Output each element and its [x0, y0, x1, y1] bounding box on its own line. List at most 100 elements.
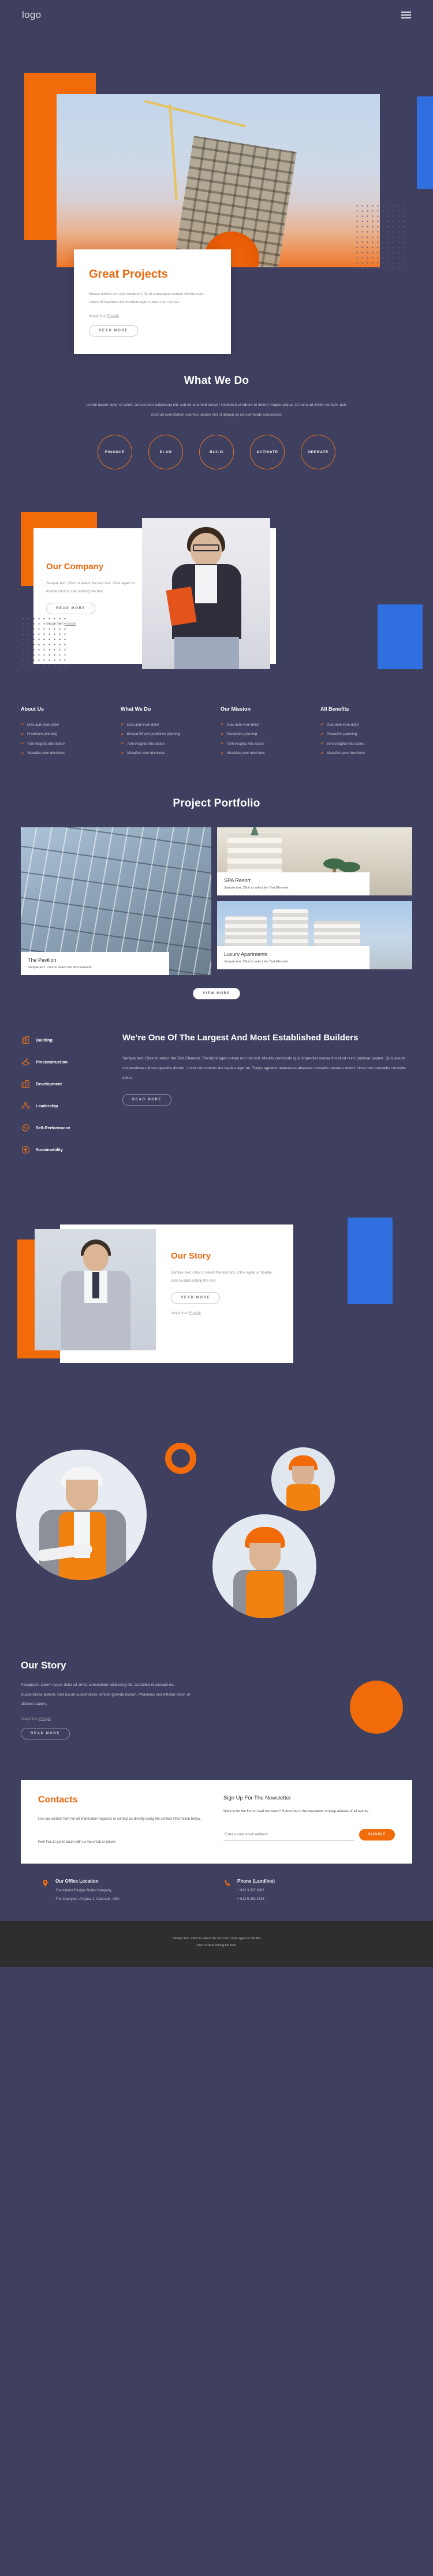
story-image-credit: Image from Freepik: [171, 1312, 276, 1315]
list-item[interactable]: ✔ Visualize your decisions: [221, 751, 312, 756]
story-read-more-button[interactable]: READ MORE: [171, 1292, 221, 1304]
list-item-label: Visualize your decisions: [126, 751, 165, 756]
list-item[interactable]: ✔ Predictive planning: [320, 732, 412, 737]
check-icon: ✔: [21, 742, 24, 746]
phone-line-1: + 912 3 567 8987: [237, 1889, 264, 1893]
check-icon: ✔: [320, 751, 324, 756]
check-icon: ✔: [21, 751, 24, 756]
feature-label: Sustainability: [36, 1147, 63, 1153]
site-header: logo: [0, 0, 433, 30]
step-finance[interactable]: FINANCE: [98, 435, 132, 470]
step-build[interactable]: BUILD: [199, 435, 234, 470]
list-item[interactable]: ✔ Duis aute irure dolor: [121, 722, 212, 727]
list-item[interactable]: ✔ Visualize your decisions: [320, 751, 412, 756]
list-item[interactable]: ✔ Predictive planning: [221, 732, 312, 737]
portfolio-view-more-button[interactable]: VIEW MORE: [193, 988, 240, 1000]
story-photo-architect: [35, 1229, 156, 1351]
decorative-orange-circle: [350, 1680, 403, 1734]
builders-content: We’re One Of The Largest And Most Establ…: [122, 1032, 412, 1167]
story-two-body: Paragraph. Lorem ipsum dolor sit amet, c…: [21, 1683, 191, 1707]
tile-title: The Pavilion: [28, 957, 57, 964]
story-two-read-more-button[interactable]: READ MORE: [21, 1727, 70, 1739]
people-icon: [21, 1101, 31, 1111]
feature-self-performance[interactable]: Self-Performance: [21, 1123, 107, 1133]
list-item[interactable]: ✔ Predictive planning: [21, 732, 113, 737]
list-item[interactable]: ✔ Duis aute irure dolor: [320, 722, 412, 727]
hamburger-menu-icon[interactable]: [401, 12, 411, 18]
list-item[interactable]: ✔ Turn insights into action: [121, 741, 212, 746]
list-item[interactable]: ✔ Visualize your decisions: [21, 751, 113, 756]
contacts-title: Contacts: [38, 1794, 78, 1805]
portfolio-tile-spa-resort[interactable]: SPA Resort Sample text. Click to select …: [217, 827, 412, 896]
tile-caption: Sample text. Click to select the Text El…: [28, 966, 93, 970]
list-item[interactable]: ✔ Turn insights into action: [221, 741, 312, 746]
list-item[interactable]: ✔ Duis aute irure dolor: [221, 722, 312, 727]
builders-title: We’re One Of The Largest And Most Establ…: [122, 1033, 359, 1043]
list-item[interactable]: ✔ Embed BI and predictive planning: [121, 732, 212, 737]
step-operate[interactable]: OPERATE: [301, 435, 335, 470]
feature-label: Leadership: [36, 1103, 58, 1109]
newsletter-title: Sign Up For The Newsletter: [223, 1794, 292, 1801]
feature-leadership[interactable]: Leadership: [21, 1101, 107, 1111]
builders-body-text: Sample text. Click to select the Text El…: [122, 1056, 406, 1080]
builders-feature-list: Building Preconstruction Development Lea…: [21, 1032, 107, 1167]
list-item[interactable]: ✔ Turn insights into action: [21, 741, 113, 746]
check-icon: ✔: [21, 732, 24, 737]
building-icon: [21, 1035, 31, 1045]
company-credit-link[interactable]: Freepik: [65, 622, 76, 626]
column-title: What We Do: [121, 706, 151, 712]
footer-line-1: Sample text. Click to select the text bo…: [172, 1937, 261, 1941]
list-item-label: Visualize your decisions: [326, 751, 365, 756]
office-title: Our Office Location: [55, 1879, 99, 1884]
story-credit-link[interactable]: Freepik: [189, 1312, 201, 1315]
list-item-label: Duis aute irure dolor: [326, 722, 359, 727]
hero-credit-prefix: Image from: [89, 315, 108, 319]
contacts-body-1: Use our contact form for all information…: [38, 1817, 201, 1821]
story-two-credit-link[interactable]: Freepik: [39, 1718, 51, 1721]
builders-read-more-button[interactable]: READ MORE: [122, 1093, 172, 1106]
feature-label: Development: [36, 1081, 62, 1087]
list-item-label: Turn insights into action: [226, 741, 264, 746]
step-activate[interactable]: ACTIVATE: [250, 435, 285, 470]
feature-development[interactable]: Development: [21, 1079, 107, 1089]
hero-photo-construction-crane: [57, 94, 380, 267]
contact-details: Our Office Location The Interior Design …: [21, 1864, 412, 1901]
list-item[interactable]: ✔ Turn insights into action: [320, 741, 412, 746]
check-icon: ✔: [221, 732, 224, 737]
column-what-we-do: What We Do ✔ Duis aute irure dolor ✔ Embed…: [121, 706, 212, 760]
check-icon: ✔: [21, 723, 24, 727]
check-icon: ✔: [121, 742, 124, 746]
hero-blue-block: [417, 96, 433, 189]
portfolio-tile-pavilion[interactable]: The Pavilion Sample text. Click to selec…: [21, 827, 211, 976]
column-about-us: About Us ✔ Duis aute irure dolor ✔ Predict…: [21, 706, 113, 760]
check-icon: ✔: [320, 732, 324, 737]
feature-building[interactable]: Building: [21, 1035, 107, 1045]
feature-preconstruction[interactable]: Preconstruction: [21, 1057, 107, 1067]
contacts-section: Contacts Use our contact form for all in…: [0, 1779, 433, 1901]
newsletter-submit-button[interactable]: SUBMIT: [359, 1828, 395, 1840]
portfolio-tile-luxury-apartments[interactable]: Luxury Apartments Sample text. Click to …: [217, 901, 412, 970]
company-credit-prefix: Image from: [46, 622, 65, 626]
our-story-section-two: Our Story Paragraph. Lorem ipsum dolor s…: [0, 1660, 433, 1739]
hero-credit-link[interactable]: Freepik: [107, 315, 119, 318]
what-we-do-steps: FINANCE PLAN BUILD ACTIVATE OPERATE: [0, 435, 433, 470]
company-photo-woman-with-book: [142, 518, 270, 670]
list-item[interactable]: ✔ Duis aute irure dolor: [21, 722, 113, 727]
step-plan[interactable]: PLAN: [148, 435, 183, 470]
story-body: Sample text. Click to select the text bo…: [171, 1271, 272, 1283]
list-item[interactable]: ✔ Visualize your decisions: [121, 751, 212, 756]
photo-circle-worker-medium: [212, 1514, 316, 1619]
site-logo[interactable]: logo: [22, 9, 41, 21]
email-input[interactable]: [223, 1829, 354, 1840]
hero-body: Massa ultricies mi quis hendrerit. Ac ut…: [89, 292, 205, 305]
company-title: Our Company: [46, 562, 104, 572]
energy-leaf-icon: [21, 1145, 31, 1155]
feature-sustainability[interactable]: Sustainability: [21, 1145, 107, 1155]
portfolio-caption: SPA Resort Sample text. Click to select …: [217, 872, 369, 896]
company-text-block: Our Company Sample text. Click to select…: [46, 562, 144, 626]
office-line-1: The Interior Design Studio Company: [55, 1889, 112, 1893]
check-icon: ✔: [320, 742, 324, 746]
list-item-label: Visualize your decisions: [27, 751, 65, 756]
company-read-more-button[interactable]: READ MORE: [46, 603, 96, 615]
hero-read-more-button[interactable]: READ MORE: [89, 325, 139, 337]
